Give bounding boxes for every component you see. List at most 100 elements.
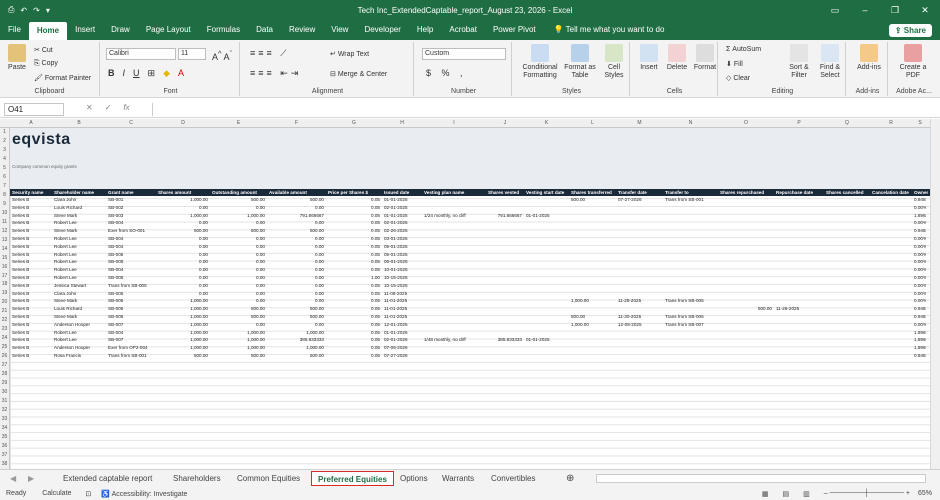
table-row[interactable]: Series B Steve Mark SB-003 1,000.00 1,000.00… [10,212,930,220]
row-header[interactable]: 29 [0,379,9,388]
tab-view[interactable]: View [323,20,356,40]
row-header[interactable]: 37 [0,451,9,460]
table-cell[interactable]: Clara John [54,197,104,202]
tab-page-layout[interactable]: Page Layout [138,20,199,40]
table-cell[interactable]: 0.00% [914,291,926,296]
column-header[interactable]: G [326,120,382,126]
tab-draw[interactable]: Draw [103,20,138,40]
table-cell[interactable]: Series B [12,252,50,257]
table-cell[interactable]: 0.00 [269,283,324,288]
table-cell[interactable]: 1.896816% [914,213,926,218]
row-header[interactable]: 19 [0,289,9,298]
table-cell[interactable]: 0.00 [212,244,265,249]
table-row[interactable]: Series B Robert Lee SB-005 0.00 0.00 0.00 1.00… [10,274,930,282]
table-cell[interactable]: Series B [12,330,50,335]
table-cell[interactable]: 03-01-2025 [384,236,420,241]
table-cell[interactable]: 11-01-2025 [384,314,420,319]
bold-button[interactable]: B [108,68,115,79]
row-header[interactable]: 17 [0,272,9,281]
table-cell[interactable]: 0.05 [328,306,380,311]
column-header[interactable]: S [912,120,928,126]
table-cell[interactable]: Series B [12,353,50,358]
row-header[interactable]: 32 [0,406,9,415]
table-cell[interactable]: 02-26-2025 [384,228,420,233]
table-cell[interactable]: 07-27-2026 [384,353,420,358]
fill-color-icon[interactable]: ◆ [163,68,170,79]
table-cell[interactable]: 0.00 [269,220,324,225]
table-cell[interactable]: 0.00% [914,259,926,264]
row-header[interactable]: 6 [0,173,9,182]
table-cell[interactable]: 0.00 [269,205,324,210]
sheet-tab-extended-captable[interactable]: Extended captable report [57,471,158,486]
table-cell[interactable]: 0.05 [328,298,380,303]
table-cell[interactable]: 1.00 [328,275,380,280]
clear-button[interactable]: ◇ Clear [726,74,750,82]
row-header[interactable]: 3 [0,146,9,155]
table-cell[interactable]: 0.00 [212,298,265,303]
table-cell[interactable]: 0.948408% [914,197,926,202]
horizontal-align-icons[interactable]: ≡≡≡ ⇤⇥ [250,68,301,79]
column-header[interactable]: B [52,120,106,126]
table-row[interactable]: Series B Robert Lee SB-004 0.00 0.00 0.00 0.05… [10,266,930,274]
conditional-formatting-button[interactable]: Conditional Formatting [520,44,560,80]
ribbon-display-icon[interactable]: ▭ [820,5,850,16]
sheet-tab-common-equities[interactable]: Common Equities [231,471,306,486]
table-cell[interactable]: 0.00 [269,252,324,257]
table-cell[interactable]: 10-15-2025 [384,275,420,280]
table-row[interactable]: Series B Robert Lee SB-004 0.00 0.00 0.00 0.05… [10,219,930,227]
table-cell[interactable]: Exer from SO-001 [108,228,154,233]
table-cell[interactable]: 0.05 [328,197,380,202]
table-cell[interactable]: Series B [12,298,50,303]
table-cell[interactable]: 0.00% [914,236,926,241]
format-cells-button[interactable]: Format [692,44,718,72]
table-cell[interactable]: 0.00 [269,298,324,303]
find-select-button[interactable]: Find & Select [816,44,844,80]
column-header[interactable]: R [870,120,912,126]
table-row[interactable]: Series B Robert Lee SB-007 1,000.00 1,000.00… [10,336,930,344]
delete-cells-button[interactable]: Delete [664,44,690,72]
table-cell[interactable]: Robert Lee [54,259,104,264]
table-cell[interactable]: 0.00% [914,283,926,288]
table-cell[interactable]: 0.00 [212,291,265,296]
table-cell[interactable]: 1/48 monthly, no cliff [424,337,484,342]
table-cell[interactable]: 02-01-2025 [384,205,420,210]
table-cell[interactable]: 0.00% [914,267,926,272]
table-cell[interactable]: 0.00% [914,322,926,327]
table-cell[interactable]: 02-01-2025 [384,220,420,225]
column-header[interactable]: E [210,120,267,126]
table-cell[interactable]: Series B [12,197,50,202]
table-cell[interactable]: 1,000.00 [158,314,208,319]
table-cell[interactable]: 1,000.00 [158,197,208,202]
row-header[interactable]: 7 [0,182,9,191]
table-cell[interactable]: Series B [12,291,50,296]
zoom-slider[interactable]: – ───────┼─────── + [824,490,910,497]
sheet-tab-convertibles[interactable]: Convertibles [485,471,541,486]
table-cell[interactable]: 0.05 [328,345,380,350]
row-header[interactable]: 25 [0,343,9,352]
table-cell[interactable]: 500.00 [269,306,324,311]
name-box[interactable]: O41 [4,103,64,116]
row-header[interactable]: 24 [0,334,9,343]
table-cell[interactable]: 500.00 [158,228,208,233]
horizontal-scrollbar[interactable] [596,474,926,483]
table-cell[interactable]: 0.948408% [914,306,926,311]
table-cell[interactable]: Robert Lee [54,337,104,342]
status-calculate[interactable]: Calculate [42,490,71,497]
table-cell[interactable]: 1,000.00 [269,330,324,335]
table-cell[interactable]: Series B [12,236,50,241]
paste-button[interactable]: Paste [4,44,30,72]
table-row[interactable]: Series B Rosa Francis Trans from SB-001 500… [10,352,930,360]
table-cell[interactable]: 0.05 [328,283,380,288]
table-cell[interactable]: 0.05 [328,213,380,218]
table-cell[interactable]: 01-01-2025 [526,213,567,218]
table-cell[interactable]: Series B [12,205,50,210]
macro-record-icon[interactable]: ⊡ [85,490,91,498]
autosum-button[interactable]: Σ AutoSum [726,46,761,53]
table-cell[interactable]: 0.00 [269,259,324,264]
table-cell[interactable]: 0.05 [328,267,380,272]
table-cell[interactable]: SB-006 [108,314,154,319]
row-header[interactable]: 15 [0,254,9,263]
table-cell[interactable]: 0.05 [328,220,380,225]
table-cell[interactable]: Robert Lee [54,220,104,225]
column-header[interactable]: M [616,120,663,126]
